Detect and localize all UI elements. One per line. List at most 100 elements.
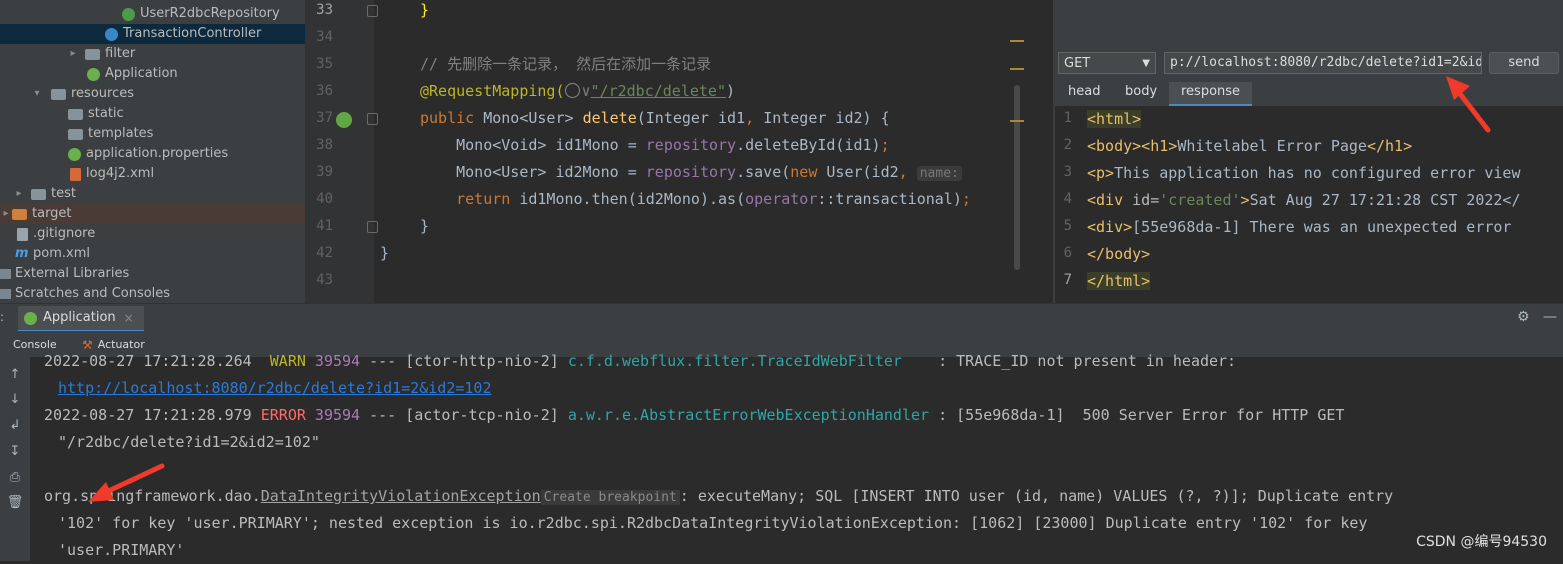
trash-icon[interactable]: 🗑 (6, 494, 24, 512)
folder-icon (68, 108, 83, 120)
warning-marker[interactable] (1010, 40, 1024, 42)
interface-icon (122, 7, 135, 21)
code-line-42: } (380, 244, 390, 262)
line-number: 40 (316, 191, 333, 207)
run-tab-application[interactable]: Application × (18, 306, 144, 333)
close-icon[interactable]: × (124, 306, 134, 330)
code-line-39: Mono<User> id2Mono = repository.save(new… (420, 159, 962, 186)
class-icon (105, 27, 118, 41)
code-line-33: } (420, 1, 430, 19)
tab-response[interactable]: response (1169, 82, 1253, 107)
fold-marker-icon[interactable] (367, 5, 378, 17)
tree-item-filter[interactable]: ▸ filter (0, 44, 305, 64)
console-line: 'user.PRIMARY' (58, 541, 185, 559)
line-number: 1 (1063, 110, 1072, 126)
spring-config-icon (68, 147, 81, 161)
warning-marker[interactable] (1010, 68, 1024, 70)
panel-separator (1026, 0, 1053, 303)
folder-icon (12, 208, 27, 220)
console-link[interactable]: http://localhost:8080/r2dbc/delete?id1=2… (58, 375, 491, 402)
line-number: 39 (316, 164, 333, 180)
line-number: 5 (1063, 218, 1072, 234)
response-line: <div id='created'>Sat Aug 27 17:21:28 CS… (1087, 191, 1521, 209)
scroll-down-icon[interactable]: ↓ (6, 391, 24, 409)
code-line-41: } (420, 217, 430, 235)
tab-head[interactable]: head (1068, 82, 1100, 104)
scratches-icon (0, 289, 11, 299)
watermark: CSDN @编号94530 (1416, 534, 1547, 550)
response-line: </body> (1087, 245, 1151, 263)
scroll-to-end-icon[interactable]: ↧ (6, 443, 24, 461)
soft-wrap-icon[interactable]: ↲ (6, 417, 24, 435)
response-line: <div>[55e968da-1] There was an unexpecte… (1087, 218, 1512, 236)
tree-item-resources[interactable]: ▾ resources (0, 84, 305, 104)
line-number: 33 (316, 2, 333, 18)
chevron-down-icon: ▼ (1142, 58, 1150, 69)
tab-body[interactable]: body (1125, 82, 1157, 104)
spring-mapping-gutter-icon[interactable] (336, 112, 352, 128)
line-number: 42 (316, 245, 333, 261)
warning-marker[interactable] (1010, 120, 1024, 122)
console-line: '102' for key 'user.PRIMARY'; nested exc… (58, 514, 1368, 532)
code-line-35: // 先删除一条记录， 然后在添加一条记录 (420, 55, 712, 73)
create-breakpoint-hint: Create breakpoint (540, 490, 680, 505)
annotation-arrow-icon (1446, 76, 1491, 133)
minimize-icon[interactable]: — (1543, 309, 1557, 325)
tree-item-transactioncontroller[interactable]: TransactionController (0, 24, 305, 44)
line-number: 2 (1063, 137, 1072, 153)
response-line: </html> (1087, 272, 1151, 290)
chevron-right-icon[interactable]: ▸ (13, 184, 25, 204)
line-number: 7 (1063, 272, 1072, 288)
library-icon (0, 269, 11, 279)
line-number: 6 (1063, 245, 1072, 261)
response-line: <p>This application has no configured er… (1087, 164, 1521, 182)
tree-item-application-properties[interactable]: application.properties (0, 144, 305, 164)
annotation-arrow-icon (88, 463, 165, 502)
tree-item-log4j2[interactable]: log4j2.xml (0, 164, 305, 184)
code-line-36: @RequestMapping(∨"/r2dbc/delete") (420, 82, 736, 100)
chevron-right-icon[interactable]: ▸ (67, 44, 79, 64)
http-method-select[interactable]: GET ▼ (1058, 52, 1156, 74)
line-number: 35 (316, 56, 333, 72)
line-number: 4 (1063, 191, 1072, 207)
parameter-hint: name: (916, 166, 962, 181)
tree-item-userr2dbcrepository[interactable]: UserR2dbcRepository (0, 4, 305, 24)
exception-link: DataIntegrityViolationException (260, 487, 541, 505)
send-button[interactable]: send (1489, 52, 1559, 74)
scroll-up-icon[interactable]: ↑ (6, 366, 24, 384)
fold-marker-icon[interactable] (367, 113, 378, 125)
folder-icon (51, 88, 66, 100)
tree-item-templates[interactable]: templates (0, 124, 305, 144)
line-number: 38 (316, 137, 333, 153)
maven-icon: m (15, 246, 29, 261)
chevron-right-icon[interactable]: ▸ (0, 204, 12, 224)
tree-item-scratches[interactable]: Scratches and Consoles (0, 284, 305, 303)
print-icon[interactable]: ⎙ (6, 469, 24, 487)
fold-marker-icon[interactable] (367, 221, 378, 233)
line-number: 34 (316, 29, 333, 45)
gear-icon[interactable]: ⚙ (1517, 309, 1530, 325)
tree-item-application[interactable]: Application (0, 64, 305, 84)
spring-boot-icon (87, 67, 100, 81)
console-line: org.springframework.dao.DataIntegrityVio… (44, 487, 1394, 505)
console-line: 2022-08-27 17:21:28.264 WARN 39594 --- [… (44, 352, 1237, 370)
line-number: 3 (1063, 164, 1072, 180)
url-input[interactable]: p://localhost:8080/r2dbc/delete?id1=2&id… (1164, 52, 1482, 74)
line-number: 36 (316, 83, 333, 99)
tree-item-target[interactable]: ▸ target (0, 204, 305, 224)
tree-item-gitignore[interactable]: .gitignore (0, 224, 305, 244)
editor-scrollbar[interactable] (1014, 85, 1020, 270)
tree-item-test[interactable]: ▸ test (0, 184, 305, 204)
run-tool-header (0, 303, 1563, 332)
globe-icon (564, 83, 580, 98)
line-number: 41 (316, 218, 333, 234)
tree-item-pom[interactable]: m pom.xml (0, 244, 305, 264)
chevron-down-icon[interactable]: ▾ (31, 84, 43, 104)
tree-item-static[interactable]: static (0, 104, 305, 124)
code-line-40: return id1Mono.then(id2Mono).as(operator… (420, 190, 971, 208)
tree-item-external-libraries[interactable]: External Libraries (0, 264, 305, 284)
code-line-37: public Mono<User> delete(Integer id1, In… (420, 109, 890, 127)
run-prefix: : (0, 310, 5, 324)
response-line: <body><h1>Whitelabel Error Page</h1> (1087, 137, 1413, 155)
console-line: "/r2dbc/delete?id1=2&id2=102" (58, 433, 320, 451)
